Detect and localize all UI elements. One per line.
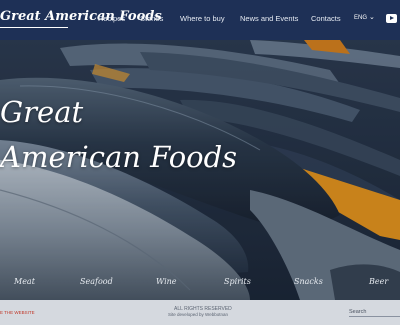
logo-underline xyxy=(0,27,68,28)
search-underline xyxy=(349,316,400,317)
site-header: Great American Foods Recipes Stories Whe… xyxy=(0,0,400,40)
site-footer: E THE WEBSITE ALL RIGHTS RESERVED Site d… xyxy=(0,300,400,325)
category-spirits[interactable]: Spirits xyxy=(224,277,251,286)
language-selector[interactable]: ENG xyxy=(354,15,367,21)
category-seafood[interactable]: Seafood xyxy=(80,277,113,286)
nav-stories[interactable]: Stories xyxy=(140,14,163,23)
nav-news-events[interactable]: News and Events xyxy=(240,14,298,23)
youtube-icon[interactable] xyxy=(386,14,397,23)
category-wine[interactable]: Wine xyxy=(156,277,177,286)
footer-website-link[interactable]: E THE WEBSITE xyxy=(0,310,35,315)
hero-banner: Great American Foods xyxy=(0,40,400,300)
hero-title-line2: American Foods xyxy=(0,140,238,174)
category-beer[interactable]: Beer xyxy=(369,277,388,286)
footer-search-input[interactable]: Search xyxy=(349,309,366,315)
footer-developer-link[interactable]: Site developed by Webbotnan xyxy=(168,312,228,317)
nav-contacts[interactable]: Contacts xyxy=(311,14,341,23)
nav-where-to-buy[interactable]: Where to buy xyxy=(180,14,225,23)
hero-title-line1: Great xyxy=(0,95,84,129)
nav-recipes[interactable]: Recipes xyxy=(98,14,125,23)
category-meat[interactable]: Meat xyxy=(14,277,35,286)
site-logo[interactable]: Great American Foods xyxy=(0,9,162,24)
category-snacks[interactable]: Snacks xyxy=(294,277,323,286)
chevron-down-icon[interactable]: ⌄ xyxy=(369,13,375,21)
